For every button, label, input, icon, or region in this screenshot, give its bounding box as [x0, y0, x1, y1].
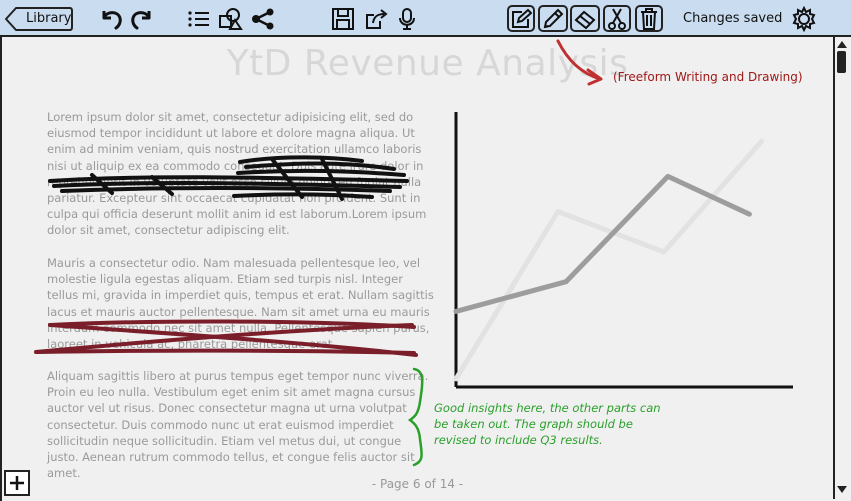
- comment-bracket: [407, 367, 424, 467]
- vertical-scrollbar[interactable]: [833, 37, 849, 499]
- strike-through-mark: [34, 319, 418, 357]
- list-icon[interactable]: [186, 5, 212, 32]
- scroll-down-arrow-icon[interactable]: [836, 485, 848, 495]
- document-page: YtD Revenue Analysis Lorem ipsum dolor s…: [0, 37, 851, 501]
- save-icon[interactable]: [330, 5, 356, 32]
- annotation-arrow: [556, 39, 603, 86]
- toolbar: Library Changes saved: [0, 0, 851, 37]
- library-button-label: Library: [26, 11, 72, 26]
- eraser-icon[interactable]: [570, 5, 600, 32]
- save-status-text: Changes saved: [683, 11, 783, 26]
- app-window: Library Changes saved YtD Revenue Analys…: [0, 0, 851, 501]
- add-page-button[interactable]: [4, 470, 30, 496]
- shapes-icon[interactable]: [218, 5, 244, 32]
- share-icon[interactable]: [249, 5, 277, 32]
- chart-series: [453, 138, 765, 382]
- scroll-thumb[interactable]: [837, 51, 846, 73]
- scroll-up-arrow-icon[interactable]: [836, 39, 848, 49]
- page-indicator: - Page 6 of 14 -: [371, 477, 464, 491]
- annotation-label: (Freeform Writing and Drawing): [613, 70, 803, 84]
- export-icon[interactable]: [363, 5, 391, 32]
- plus-icon: [10, 476, 24, 490]
- microphone-icon[interactable]: [396, 5, 418, 32]
- settings-icon[interactable]: [790, 5, 818, 32]
- library-button[interactable]: Library: [4, 6, 74, 32]
- series-line-2: [453, 138, 765, 382]
- comment-note: Good insights here, the other parts can …: [434, 401, 661, 447]
- pencil-icon[interactable]: [538, 5, 568, 32]
- scissors-icon[interactable]: [603, 5, 631, 32]
- redo-icon[interactable]: [128, 5, 156, 32]
- scribble-mark: [48, 155, 409, 201]
- undo-icon[interactable]: [97, 5, 125, 32]
- revenue-chart: [453, 112, 793, 389]
- trash-icon[interactable]: [635, 5, 663, 32]
- edit-note-icon[interactable]: [507, 5, 535, 32]
- series-line-1: [453, 173, 752, 314]
